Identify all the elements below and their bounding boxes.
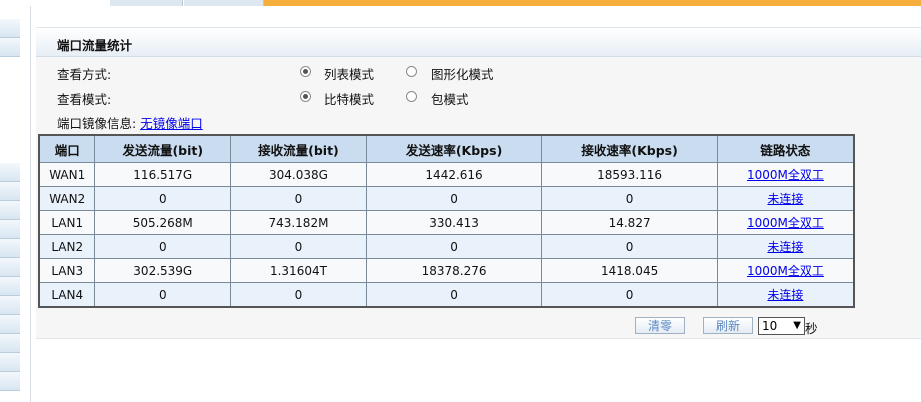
- panel-header: 端口流量统计: [36, 28, 921, 57]
- view-mode-list-label[interactable]: 列表模式: [324, 64, 374, 83]
- link-status-link[interactable]: 未连接: [716, 282, 855, 308]
- link-status-link[interactable]: 1000M全双工: [716, 210, 855, 235]
- view-type-packet-radio[interactable]: [406, 91, 417, 102]
- rx-traffic-cell: 304.038G: [230, 162, 367, 187]
- left-sidebar: [0, 0, 31, 402]
- rx-rate-cell: 0: [541, 186, 718, 211]
- clear-button[interactable]: 清零: [635, 317, 685, 334]
- rx-rate-cell: 0: [541, 282, 718, 308]
- col-header-link-status: 链路状态: [716, 134, 855, 163]
- rx-rate-cell: 18593.116: [541, 162, 718, 187]
- sidebar-item[interactable]: [0, 334, 20, 353]
- table-header-row: 端口 发送流量(bit) 接收流量(bit) 发送速率(Kbps) 接收速率(K…: [38, 134, 855, 163]
- mirror-info: 端口镜像信息: 无镜像端口: [57, 113, 203, 132]
- sidebar-item[interactable]: [0, 220, 20, 239]
- rx-rate-cell: 14.827: [541, 210, 718, 235]
- view-mode-graph-radio[interactable]: [406, 66, 417, 77]
- port-traffic-panel: 端口流量统计 查看方式: 列表模式 图形化模式 查看模式: 比特模式 包模式 端…: [36, 27, 921, 339]
- tx-traffic-cell: 0: [94, 186, 232, 211]
- tx-rate-cell: 1442.616: [365, 162, 543, 187]
- port-stats-table: 端口 发送流量(bit) 接收流量(bit) 发送速率(Kbps) 接收速率(K…: [38, 134, 855, 308]
- refresh-interval-value: 10: [762, 319, 778, 333]
- tx-rate-cell: 330.413: [365, 210, 543, 235]
- sidebar-item[interactable]: [0, 277, 20, 296]
- mirror-info-label: 端口镜像信息:: [57, 116, 137, 131]
- sidebar-item[interactable]: [0, 315, 20, 334]
- link-status-link[interactable]: 未连接: [716, 186, 855, 211]
- rx-traffic-cell: 0: [230, 282, 367, 308]
- interval-unit-label: 秒: [805, 321, 818, 336]
- sidebar-item[interactable]: [0, 258, 20, 277]
- view-mode-graph-label[interactable]: 图形化模式: [431, 64, 494, 83]
- col-header-port: 端口: [38, 134, 96, 163]
- port-cell: LAN2: [38, 234, 96, 259]
- tx-rate-cell: 18378.276: [365, 258, 543, 283]
- table-row: LAN2 0 0 0 0 未连接: [38, 234, 855, 259]
- port-cell: WAN1: [38, 162, 96, 187]
- view-mode-list-radio[interactable]: [300, 66, 311, 77]
- top-tab[interactable]: [110, 0, 183, 6]
- rx-traffic-cell: 0: [230, 186, 367, 211]
- refresh-interval-select[interactable]: 10 ▼: [758, 317, 805, 335]
- sidebar-item[interactable]: [0, 163, 20, 182]
- rx-traffic-cell: 1.31604T: [230, 258, 367, 283]
- rx-rate-cell: 1418.045: [541, 258, 718, 283]
- port-cell: LAN4: [38, 282, 96, 308]
- col-header-tx-traffic: 发送流量(bit): [94, 134, 232, 163]
- accent-bar: [264, 0, 921, 6]
- link-status-link[interactable]: 1000M全双工: [716, 162, 855, 187]
- table-row: LAN1 505.268M 743.182M 330.413 14.827 10…: [38, 210, 855, 235]
- rx-rate-cell: 0: [541, 234, 718, 259]
- table-row: LAN4 0 0 0 0 未连接: [38, 282, 855, 308]
- view-type-packet-label[interactable]: 包模式: [431, 89, 469, 108]
- port-cell: LAN1: [38, 210, 96, 235]
- sidebar-item[interactable]: [0, 239, 20, 258]
- table-row: WAN1 116.517G 304.038G 1442.616 18593.11…: [38, 162, 855, 187]
- panel-title: 端口流量统计: [57, 38, 133, 53]
- view-mode-label: 查看方式:: [57, 67, 112, 82]
- tx-traffic-cell: 116.517G: [94, 162, 232, 187]
- refresh-button[interactable]: 刷新: [703, 317, 753, 334]
- tx-traffic-cell: 0: [94, 234, 232, 259]
- port-cell: LAN3: [38, 258, 96, 283]
- sidebar-item[interactable]: [0, 372, 20, 391]
- mirror-port-link[interactable]: 无镜像端口: [140, 116, 203, 131]
- chevron-down-icon: ▼: [793, 320, 801, 331]
- table-row: WAN2 0 0 0 0 未连接: [38, 186, 855, 211]
- rx-traffic-cell: 743.182M: [230, 210, 367, 235]
- top-tab[interactable]: [184, 0, 264, 6]
- port-cell: WAN2: [38, 186, 96, 211]
- link-status-link[interactable]: 未连接: [716, 234, 855, 259]
- col-header-tx-rate: 发送速率(Kbps): [365, 134, 543, 163]
- sidebar-item[interactable]: [0, 353, 20, 372]
- sidebar-item[interactable]: [0, 19, 20, 38]
- table-row: LAN3 302.539G 1.31604T 18378.276 1418.04…: [38, 258, 855, 283]
- tx-traffic-cell: 302.539G: [94, 258, 232, 283]
- sidebar-item[interactable]: [0, 201, 20, 220]
- link-status-link[interactable]: 1000M全双工: [716, 258, 855, 283]
- tx-traffic-cell: 0: [94, 282, 232, 308]
- view-type-label: 查看模式:: [57, 92, 112, 107]
- tx-rate-cell: 0: [365, 186, 543, 211]
- col-header-rx-traffic: 接收流量(bit): [230, 134, 367, 163]
- rx-traffic-cell: 0: [230, 234, 367, 259]
- top-tab-strip: [30, 0, 921, 6]
- sidebar-item[interactable]: [0, 182, 20, 201]
- sidebar-item[interactable]: [0, 38, 20, 57]
- sidebar-item[interactable]: [0, 296, 20, 315]
- col-header-rx-rate: 接收速率(Kbps): [541, 134, 718, 163]
- view-type-bit-radio[interactable]: [300, 91, 311, 102]
- tx-rate-cell: 0: [365, 234, 543, 259]
- tx-rate-cell: 0: [365, 282, 543, 308]
- view-type-bit-label[interactable]: 比特模式: [324, 89, 374, 108]
- tx-traffic-cell: 505.268M: [94, 210, 232, 235]
